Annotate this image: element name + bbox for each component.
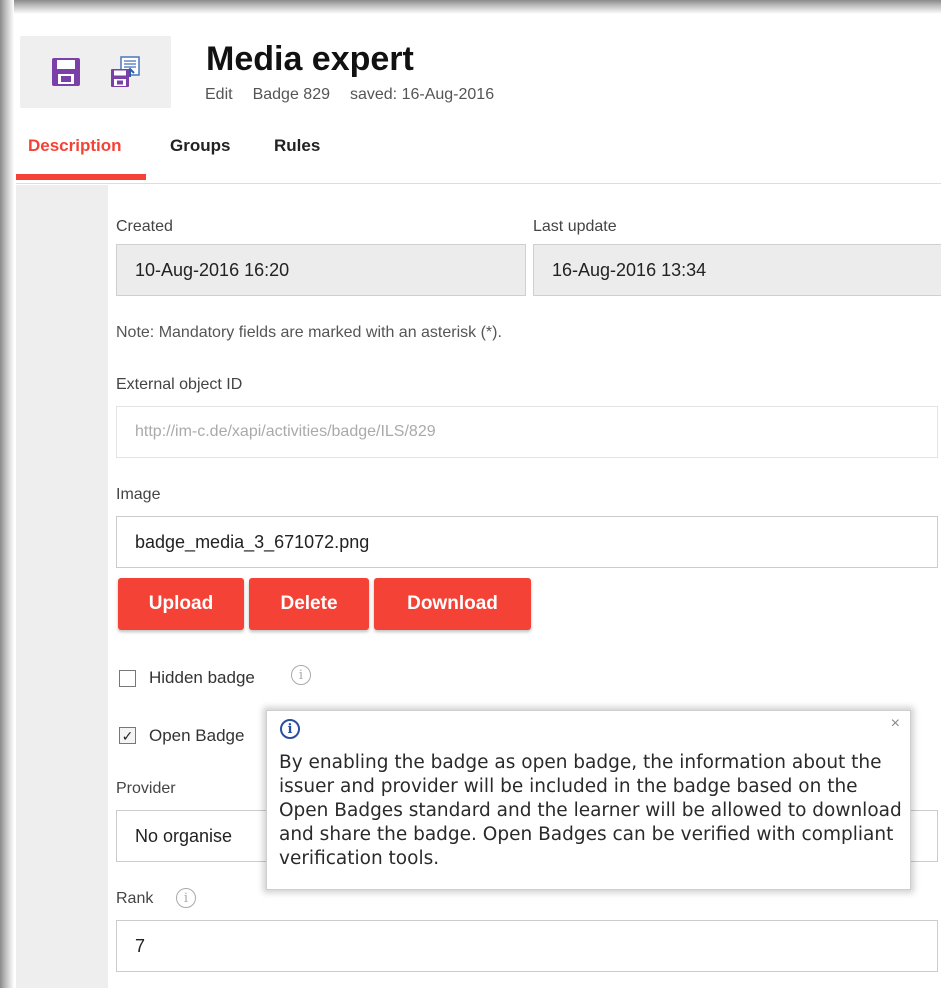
active-tab-indicator [16, 174, 146, 180]
hidden-badge-checkbox[interactable] [119, 670, 136, 687]
provider-label: Provider [116, 780, 176, 797]
floppy-disk-icon [52, 58, 80, 86]
rank-field[interactable]: 7 [116, 920, 938, 972]
tab-description[interactable]: Description [28, 136, 122, 156]
page-title: Media expert [206, 40, 414, 78]
tab-groups[interactable]: Groups [170, 136, 230, 156]
save-button[interactable] [46, 52, 86, 92]
tab-rules[interactable]: Rules [274, 136, 320, 156]
external-id-field: http://im-c.de/xapi/activities/badge/ILS… [116, 406, 938, 458]
open-badge-label: Open Badge [149, 726, 245, 745]
tab-bar: Description Groups Rules [16, 128, 941, 184]
header-toolbar [20, 36, 171, 108]
meta-badge-id: Badge 829 [252, 86, 330, 103]
open-badge-checkbox[interactable]: ✓ [119, 727, 136, 744]
open-badge-tooltip: i × By enabling the badge as open badge,… [266, 710, 911, 890]
editor-panel: Media expert Edit Badge 829 saved: 16-Au… [16, 18, 941, 988]
close-icon[interactable]: × [891, 715, 900, 733]
tooltip-text: By enabling the badge as open badge, the… [279, 752, 902, 869]
download-button[interactable]: Download [374, 578, 531, 630]
info-icon: i [280, 719, 300, 739]
hidden-badge-info-icon[interactable]: i [291, 665, 311, 685]
left-gutter [16, 185, 108, 988]
rank-label: Rank [116, 890, 154, 907]
page-meta: Edit Badge 829 saved: 16-Aug-2016 [205, 86, 494, 104]
delete-button[interactable]: Delete [249, 578, 369, 630]
rank-info-icon[interactable]: i [176, 888, 196, 908]
window-shadow-top [0, 0, 941, 14]
last-update-label: Last update [533, 218, 617, 235]
hidden-badge-label: Hidden badge [149, 668, 255, 687]
save-upload-button[interactable] [106, 52, 146, 92]
meta-mode: Edit [205, 86, 233, 103]
window-shadow-left [0, 0, 14, 988]
upload-button[interactable]: Upload [118, 578, 244, 630]
mandatory-note: Note: Mandatory fields are marked with a… [116, 324, 502, 341]
created-label: Created [116, 218, 173, 235]
meta-saved: saved: 16-Aug-2016 [349, 86, 495, 103]
created-field: 10-Aug-2016 16:20 [116, 244, 526, 296]
image-label: Image [116, 486, 161, 503]
external-id-label: External object ID [116, 376, 243, 393]
last-update-field: 16-Aug-2016 13:34 [533, 244, 941, 296]
image-filename-field[interactable]: badge_media_3_671072.png [116, 516, 938, 568]
save-upload-icon [111, 56, 140, 87]
